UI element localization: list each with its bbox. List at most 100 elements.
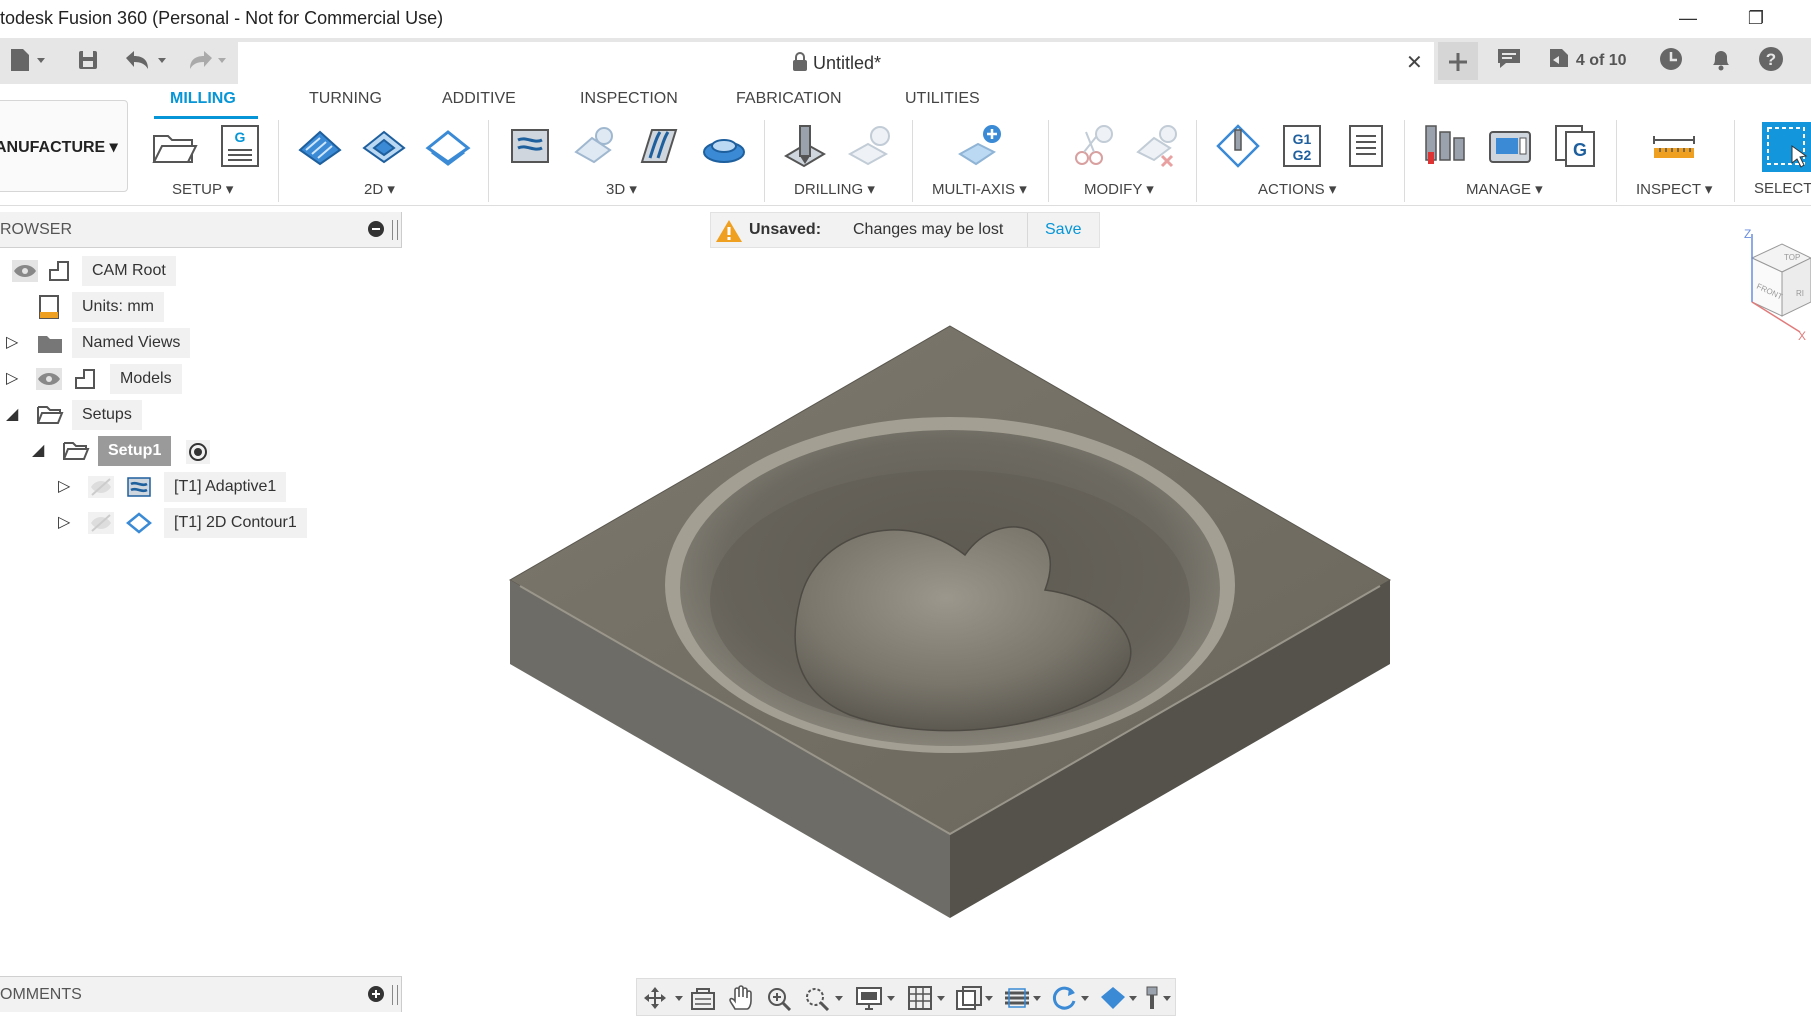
setup-sheet-tool[interactable] (1342, 122, 1390, 170)
tool-library-icon (1425, 125, 1465, 164)
group-multi-axis[interactable]: MULTI-AXIS ▾ (932, 180, 1027, 198)
trim-tool[interactable] (1070, 122, 1118, 170)
save-icon-button[interactable] (72, 46, 104, 74)
tab-fabrication[interactable]: FABRICATION (736, 90, 842, 108)
drill-tool[interactable] (780, 122, 828, 170)
look-at-icon (691, 988, 715, 1010)
view-cube[interactable]: TOP FRONT RI Z X (1740, 226, 1811, 346)
window-title: todesk Fusion 360 (Personal - Not for Co… (0, 8, 444, 28)
redo-button[interactable] (182, 46, 232, 74)
lock-icon (792, 52, 807, 71)
tool-library-tool[interactable] (1422, 122, 1470, 170)
notifications-button[interactable] (1706, 46, 1736, 74)
multi-axis-icon (958, 125, 1001, 166)
svg-text:?: ? (1766, 50, 1776, 69)
new-tab-button[interactable] (1438, 42, 1478, 80)
multi-axis-tool[interactable] (956, 122, 1004, 170)
comments-title: OMMENTS (0, 986, 82, 1003)
display-settings-button[interactable] (855, 985, 899, 1016)
group-multi-axis-label: MULTI-AXIS (932, 181, 1016, 198)
hole-recognition-icon (847, 126, 890, 166)
tab-inspection[interactable]: INSPECTION (580, 90, 678, 108)
restore-button[interactable]: ❐ (1736, 4, 1776, 32)
post-library-tool[interactable]: G (1552, 122, 1600, 170)
undo-button[interactable] (120, 46, 170, 74)
visual-style-button[interactable] (1099, 985, 1143, 1016)
comments-resize-handle[interactable] (392, 985, 398, 1005)
workspace-switcher[interactable]: ANUFACTURE ▾ (0, 100, 128, 192)
group-setup[interactable]: SETUP ▾ (172, 180, 233, 198)
parallel-tool[interactable] (634, 122, 682, 170)
measure-tool[interactable] (1650, 122, 1698, 170)
tool-display-button[interactable] (1141, 985, 1177, 1016)
machine-library-tool[interactable] (1486, 122, 1534, 170)
group-2d[interactable]: 2D ▾ (364, 180, 395, 198)
delete-toolpath-tool[interactable] (1134, 122, 1182, 170)
model-viewport[interactable] (0, 206, 1811, 976)
viewports-button[interactable] (955, 985, 999, 1016)
grid-settings-button[interactable] (907, 985, 951, 1016)
group-drilling-label: DRILLING (794, 181, 864, 198)
tool-icon (1146, 986, 1171, 1009)
group-2d-label: 2D (364, 181, 384, 198)
post-process-tool[interactable]: G1 G2 (1278, 122, 1326, 170)
help-button[interactable]: ? (1756, 46, 1786, 74)
svg-text:G2: G2 (1293, 147, 1312, 163)
group-inspect[interactable]: INSPECT ▾ (1636, 180, 1712, 198)
simulate-icon (1216, 124, 1260, 168)
simulation-orbit-button[interactable] (1051, 985, 1095, 1016)
select-tool[interactable] (1762, 122, 1811, 172)
rotate-icon (1052, 986, 1089, 1010)
steep-shallow-tool[interactable] (700, 122, 748, 170)
file-menu-button[interactable] (4, 46, 50, 74)
setup-g-icon: G (221, 125, 259, 167)
group-drilling[interactable]: DRILLING ▾ (794, 180, 875, 198)
new-folder-tool[interactable] (150, 122, 198, 170)
separator (764, 120, 765, 202)
section-analysis-button[interactable] (1003, 985, 1047, 1016)
zoom-button[interactable] (765, 985, 793, 1016)
group-modify[interactable]: MODIFY ▾ (1084, 180, 1154, 198)
history-button[interactable] (1656, 46, 1686, 74)
comments-panel: OMMENTS (0, 976, 402, 1012)
minimize-button[interactable]: — (1668, 4, 1708, 32)
group-select[interactable]: SELECT (1754, 180, 1811, 197)
hole-recognition-tool[interactable] (846, 122, 894, 170)
pan-button[interactable] (727, 985, 755, 1016)
close-icon: ✕ (1406, 52, 1423, 74)
grid-icon (908, 986, 945, 1010)
new-setup-tool[interactable]: G (216, 122, 264, 170)
tab-turning[interactable]: TURNING (309, 90, 382, 108)
close-tab-button[interactable]: ✕ (1406, 50, 1423, 75)
tab-utilities[interactable]: UTILITIES (905, 90, 980, 108)
group-actions-label: ACTIONS (1258, 181, 1325, 198)
group-select-label: SELECT (1754, 180, 1811, 197)
2d-adaptive-icon (298, 130, 342, 166)
delete-toolpath-icon (1136, 125, 1177, 168)
comments-toggle-button[interactable] (1494, 46, 1524, 74)
jobs-icon (1550, 49, 1569, 67)
viewcube-right-label[interactable]: RI (1796, 289, 1804, 298)
document-tab[interactable]: Untitled* ✕ (238, 42, 1434, 84)
tab-additive[interactable]: ADDITIVE (442, 90, 516, 108)
group-setup-label: SETUP (172, 181, 222, 198)
document-title-text: Untitled* (812, 53, 882, 73)
navigation-bar (636, 978, 1176, 1016)
job-status-button[interactable]: 4 of 10 (1544, 46, 1630, 74)
active-tab-underline (154, 116, 258, 119)
zoom-window-button[interactable] (803, 985, 847, 1016)
add-comment-button[interactable] (368, 986, 384, 1002)
orbit-pan-button[interactable] (641, 985, 685, 1016)
look-at-button[interactable] (689, 985, 717, 1016)
tab-milling[interactable]: MILLING (170, 90, 236, 108)
3d-pocket-tool[interactable] (570, 122, 618, 170)
simulate-tool[interactable] (1214, 122, 1262, 170)
viewcube-top-label[interactable]: TOP (1784, 253, 1800, 262)
group-actions[interactable]: ACTIONS ▾ (1258, 180, 1336, 198)
group-manage[interactable]: MANAGE ▾ (1466, 180, 1543, 198)
2d-pocket-tool[interactable] (360, 122, 408, 170)
group-3d[interactable]: 3D ▾ (606, 180, 637, 198)
3d-adaptive-tool[interactable] (506, 122, 554, 170)
2d-contour-tool[interactable] (424, 122, 472, 170)
2d-adaptive-tool[interactable] (296, 122, 344, 170)
